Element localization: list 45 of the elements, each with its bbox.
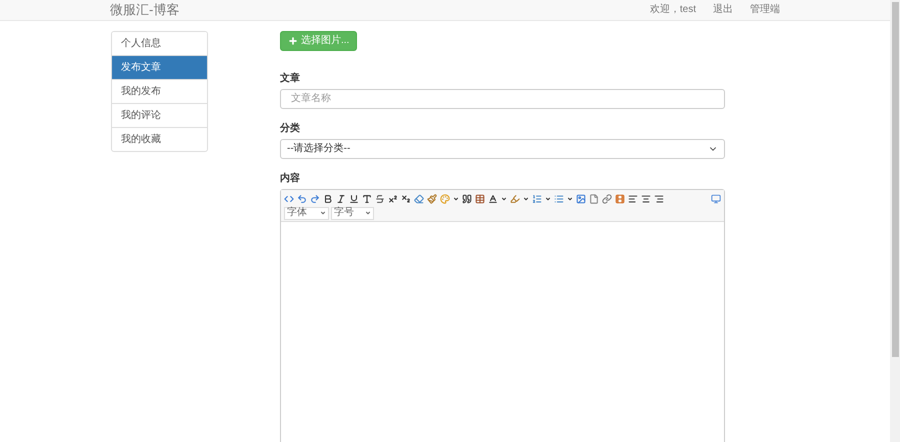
underline-icon[interactable] [349,194,359,204]
link-icon[interactable] [602,194,612,204]
dropdown-caret-icon[interactable] [523,196,529,202]
align-left-icon[interactable] [628,194,638,204]
table-icon[interactable] [475,194,485,204]
subscript-icon[interactable] [401,194,411,204]
field-label: 分类 [280,122,301,136]
dropdown-caret-icon[interactable] [567,196,573,202]
strikethrough-icon[interactable] [375,194,385,204]
brand-title[interactable]: 微服汇-博客 [110,0,180,20]
scrollbar-thumb[interactable] [892,2,898,357]
font-size-select[interactable]: 字号 [331,206,374,220]
sidebar-item[interactable]: 个人信息 [112,32,207,56]
field-label: 内容 [280,171,301,186]
quote-icon[interactable] [462,194,472,204]
italic-icon[interactable] [336,194,346,204]
align-center-icon[interactable] [641,194,651,204]
dropdown-caret-icon[interactable] [545,196,551,202]
nav-link[interactable]: 欢迎，test [650,2,696,18]
font-color-icon[interactable] [488,194,498,204]
bold-icon[interactable] [323,194,333,204]
brush-icon[interactable] [427,194,437,204]
undo-icon[interactable] [297,194,307,204]
font-family-select[interactable]: 字体 [284,206,329,220]
superscript-icon[interactable] [388,194,398,204]
plus-icon [288,36,298,46]
sidebar-item[interactable]: 我的收藏 [112,126,207,150]
nav-link[interactable]: 退出 [713,2,733,18]
text-box-icon[interactable] [362,194,372,204]
caret-icon [365,210,371,216]
redo-icon[interactable] [310,194,320,204]
nav-link[interactable]: 管理端 [750,2,780,18]
code-icon[interactable] [284,194,294,204]
document-icon[interactable] [589,194,599,204]
fullscreen-icon[interactable] [711,194,721,204]
caret-icon [320,210,326,216]
title-input[interactable]: 文章名称 [280,88,725,108]
align-right-icon[interactable] [654,194,664,204]
dropdown-caret-icon[interactable] [453,196,459,202]
category-select[interactable]: --请选择分类-- [280,138,725,158]
image-icon[interactable] [576,194,586,204]
dropdown-caret-icon[interactable] [501,196,507,202]
sidebar-item[interactable]: 发布文章 [112,55,207,80]
field-label: 文章 [280,71,301,86]
scrollbar[interactable] [890,0,900,442]
